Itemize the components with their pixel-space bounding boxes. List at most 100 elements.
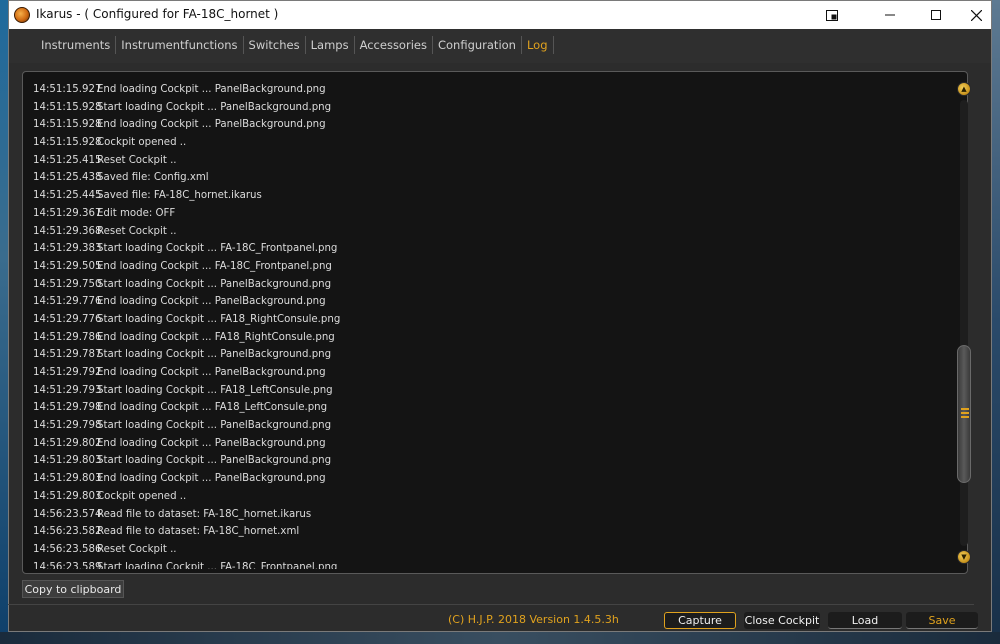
- tab-accessories[interactable]: Accessories: [355, 36, 433, 54]
- log-timestamp: 14:51:29.803: [33, 473, 102, 485]
- tabs: Instruments Instrumentfunctions Switches La…: [36, 34, 554, 56]
- log-message: Start loading Cockpit ... PanelBackgroun…: [97, 101, 332, 113]
- log-message: Start loading Cockpit ... FA18_RightCons…: [97, 313, 341, 325]
- log-timestamp: 14:51:29.792: [33, 367, 102, 378]
- log-entry: 14:51:29.787 Start loading Cockpit ... Pa…: [33, 346, 933, 364]
- log-timestamp: 14:51:29.798: [33, 420, 102, 432]
- log-message: Start loading Cockpit ... PanelBackgroun…: [97, 455, 332, 467]
- tab-bar: Instruments Instrumentfunctions Switches La…: [9, 29, 991, 63]
- log-message: Read file to dataset: FA-18C_hornet.xml: [97, 526, 300, 538]
- log-entry: 14:51:29.383 Start loading Cockpit ... FA…: [33, 240, 933, 258]
- log-entry: 14:51:29.776 End loading Cockpit ... Pane…: [33, 293, 933, 311]
- log-timestamp: 14:56:23.582: [33, 526, 102, 538]
- tab-instrumentfunctions[interactable]: Instrumentfunctions: [116, 36, 244, 54]
- minimize-icon[interactable]: [867, 1, 913, 29]
- log-list: 14:51:15.927 End loading Cockpit ... Pane…: [33, 81, 933, 569]
- log-message: Start loading Cockpit ... PanelBackgroun…: [97, 420, 332, 432]
- log-entry: 14:51:29.803 Start loading Cockpit ... Pa…: [33, 452, 933, 470]
- log-scrollbar[interactable]: ▲ ▼: [954, 72, 974, 572]
- tab-lamps[interactable]: Lamps: [306, 36, 355, 54]
- save-button[interactable]: Save: [906, 612, 978, 629]
- log-timestamp: 14:51:15.928: [33, 137, 102, 149]
- tab-switches[interactable]: Switches: [244, 36, 306, 54]
- log-message: Cockpit opened ..: [97, 490, 187, 502]
- log-message: End loading Cockpit ... PanelBackground.…: [97, 119, 326, 131]
- log-entry: 14:51:29.368 Reset Cockpit ..: [33, 223, 933, 241]
- desktop-background-left: [0, 0, 8, 644]
- scroll-down-icon[interactable]: ▼: [957, 550, 971, 564]
- capture-button[interactable]: Capture: [664, 612, 736, 629]
- log-message: Reset Cockpit ..: [97, 543, 177, 555]
- log-timestamp: 14:51:29.505: [33, 260, 102, 272]
- tab-configuration[interactable]: Configuration: [433, 36, 522, 54]
- log-message: Edit mode: OFF: [97, 207, 176, 219]
- log-message: Start loading Cockpit ... PanelBackgroun…: [97, 278, 332, 290]
- log-timestamp: 14:51:29.367: [33, 207, 102, 219]
- log-entry: 14:51:29.803 Cockpit opened ..: [33, 488, 933, 506]
- copy-to-clipboard-button[interactable]: Copy to clipboard: [22, 580, 124, 598]
- app-logo-icon: [14, 7, 30, 23]
- log-timestamp: 14:51:29.803: [33, 455, 102, 467]
- log-entry: 14:51:15.928 Cockpit opened ..: [33, 134, 933, 152]
- log-message: Reset Cockpit ..: [97, 154, 177, 166]
- scroll-up-icon[interactable]: ▲: [957, 82, 971, 96]
- log-message: Saved file: Config.xml: [97, 172, 209, 184]
- log-entry: 14:51:29.803 End loading Cockpit ... Pane…: [33, 470, 933, 488]
- close-icon[interactable]: [953, 1, 999, 29]
- log-timestamp: 14:51:29.786: [33, 331, 102, 343]
- log-message: Start loading Cockpit ... PanelBackgroun…: [97, 349, 332, 361]
- log-entry: 14:51:29.505 End loading Cockpit ... FA-1…: [33, 258, 933, 276]
- log-entry: 14:51:15.928 Start loading Cockpit ... Pa…: [33, 99, 933, 117]
- log-timestamp: 14:51:29.802: [33, 437, 102, 449]
- log-timestamp: 14:51:29.776: [33, 296, 102, 308]
- log-timestamp: 14:51:29.787: [33, 349, 102, 361]
- log-message: End loading Cockpit ... PanelBackground.…: [97, 296, 326, 308]
- scroll-thumb[interactable]: [957, 345, 971, 483]
- grip-icon: [961, 408, 969, 418]
- log-timestamp: 14:51:29.776: [33, 313, 102, 325]
- log-entry: 14:56:23.589 Start loading Cockpit ... FA…: [33, 559, 933, 569]
- log-timestamp: 14:51:29.803: [33, 490, 102, 502]
- log-timestamp: 14:51:15.927: [33, 84, 102, 95]
- log-message: End loading Cockpit ... PanelBackground.…: [97, 367, 326, 378]
- log-message: Saved file: FA-18C_hornet.ikarus: [97, 190, 262, 202]
- log-message: Start loading Cockpit ... FA-18C_Frontpa…: [97, 561, 338, 569]
- log-entry: 14:56:23.574 Read file to dataset: FA-18C…: [33, 506, 933, 524]
- log-entry: 14:51:29.750 Start loading Cockpit ... Pa…: [33, 276, 933, 294]
- log-entry: 14:56:23.586 Reset Cockpit ..: [33, 541, 933, 559]
- log-entry: 14:51:29.786 End loading Cockpit ... FA18…: [33, 329, 933, 347]
- log-timestamp: 14:51:29.383: [33, 243, 102, 255]
- log-entry: 14:51:29.802 End loading Cockpit ... Pane…: [33, 435, 933, 453]
- log-timestamp: 14:51:25.445: [33, 190, 102, 202]
- title-bar[interactable]: Ikarus - ( Configured for FA-18C_hornet …: [9, 1, 991, 29]
- log-message: Start loading Cockpit ... FA-18C_Frontpa…: [97, 243, 338, 255]
- pip-icon[interactable]: [809, 1, 855, 29]
- tab-instruments[interactable]: Instruments: [36, 36, 117, 54]
- log-timestamp: 14:51:29.368: [33, 225, 102, 237]
- log-entry: 14:51:15.928 End loading Cockpit ... Pane…: [33, 116, 933, 134]
- tab-log[interactable]: Log: [522, 36, 554, 54]
- log-timestamp: 14:51:25.438: [33, 172, 102, 184]
- load-button[interactable]: Load: [828, 612, 902, 629]
- log-entry: 14:51:29.793 Start loading Cockpit ... FA…: [33, 382, 933, 400]
- log-entry: 14:51:25.445 Saved file: FA-18C_hornet.ik…: [33, 187, 933, 205]
- version-label: (C) H.J.P. 2018 Version 1.4.5.3h: [448, 613, 619, 626]
- log-message: End loading Cockpit ... PanelBackground.…: [97, 84, 326, 95]
- log-entry: 14:51:29.776 Start loading Cockpit ... FA…: [33, 311, 933, 329]
- close-cockpit-button[interactable]: Close Cockpit: [744, 612, 820, 629]
- log-entry: 14:51:29.798 Start loading Cockpit ... Pa…: [33, 417, 933, 435]
- log-message: End loading Cockpit ... FA18_RightConsul…: [97, 331, 335, 343]
- log-timestamp: 14:51:29.798: [33, 402, 102, 414]
- log-entry: 14:51:29.798 End loading Cockpit ... FA18…: [33, 399, 933, 417]
- log-timestamp: 14:51:29.750: [33, 278, 102, 290]
- log-message: End loading Cockpit ... PanelBackground.…: [97, 437, 326, 449]
- log-message: End loading Cockpit ... FA-18C_Frontpane…: [97, 260, 332, 272]
- log-message: End loading Cockpit ... PanelBackground.…: [97, 473, 326, 485]
- log-message: Start loading Cockpit ... FA18_LeftConsu…: [97, 384, 333, 396]
- log-entry: 14:51:15.927 End loading Cockpit ... Pane…: [33, 81, 933, 99]
- log-timestamp: 14:51:25.415: [33, 154, 102, 166]
- log-entry: 14:51:25.415 Reset Cockpit ..: [33, 152, 933, 170]
- log-message: Cockpit opened ..: [97, 137, 187, 149]
- log-timestamp: 14:56:23.574: [33, 508, 102, 520]
- desktop-background-bottom: [0, 632, 1000, 644]
